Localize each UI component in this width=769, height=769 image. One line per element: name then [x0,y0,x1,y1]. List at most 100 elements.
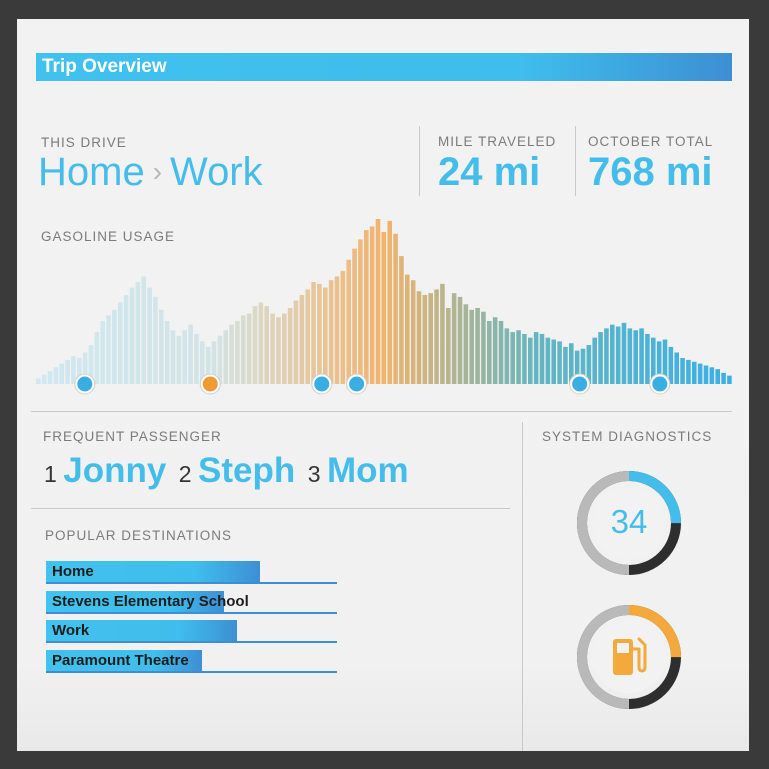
frequent-passenger-label: FREQUENT PASSENGER [43,429,222,444]
october-total-label: OCTOBER TOTAL [588,134,714,149]
passenger-rank: 3 [307,461,321,487]
usage-bar [305,289,310,384]
usage-bar [65,359,70,384]
passenger-list: 1 Jonny 2 Steph 3 Mom [44,451,417,491]
usage-bar [533,332,539,384]
usage-bar [270,313,275,384]
usage-bar [563,346,568,384]
usage-bar [141,276,146,384]
usage-bar [680,358,685,384]
passenger-rank: 1 [44,461,57,487]
usage-bar [276,317,281,384]
usage-bar [487,320,492,384]
usage-bar [241,315,246,384]
route-separator: › [152,156,163,187]
usage-bar [340,270,346,384]
usage-bar [123,295,129,384]
usage-bar [510,332,515,384]
october-total-value: 768 mi [588,150,713,194]
usage-bar [328,280,334,384]
usage-bar [375,219,381,384]
usage-bar [639,328,644,384]
usage-bar [369,226,375,384]
usage-bar [668,346,674,384]
usage-bar [475,307,480,384]
usage-bar [334,276,340,384]
usage-bar [264,306,269,384]
trip-marker-dot [652,376,668,392]
usage-bar [53,367,59,384]
divider [31,411,732,412]
usage-bar [229,324,234,384]
usage-bar [287,307,293,384]
usage-bar [364,230,369,384]
usage-bar [645,333,650,384]
passenger-name: Steph [198,451,296,490]
divider [522,422,523,751]
usage-bar [451,293,457,384]
destination-track [46,582,337,584]
gasoline-usage-chart [36,219,732,395]
usage-bar [498,320,504,384]
usage-bar [399,256,404,384]
usage-bar [323,287,328,384]
usage-bar [393,233,398,384]
usage-bar [539,333,545,384]
usage-bar [627,328,633,384]
usage-bar [164,320,170,384]
usage-bar [469,309,474,384]
destination-name: Home [52,563,94,580]
usage-bar [188,324,193,384]
destination-bar: Stevens Elementary School [46,591,337,614]
usage-bar [545,337,551,384]
usage-bar [252,306,258,384]
passenger-name: Jonny [63,451,167,490]
trip-overview-card: Trip Overview THIS DRIVE Home › Work MILE … [17,19,749,751]
divider [575,126,576,196]
usage-bar [317,283,322,384]
usage-bar [434,289,439,384]
usage-bar [674,352,679,384]
header-title: Trip Overview [36,53,732,81]
destination-name: Paramount Theatre [52,652,189,669]
usage-bar [709,367,715,384]
route-to: Work [170,150,263,194]
usage-bar [557,341,562,384]
usage-bar [223,330,228,384]
usage-bar [299,295,305,384]
usage-bar [446,307,451,384]
usage-bar [176,335,182,384]
usage-bar [703,365,709,384]
usage-bar [692,361,697,384]
usage-bar [170,330,176,384]
route-from: Home [38,150,145,194]
usage-bar [293,300,299,384]
destination-track [46,641,337,643]
usage-bar [41,374,47,384]
destination-track [46,671,337,673]
usage-bar [118,302,123,384]
usage-bar [727,375,732,384]
usage-bar [358,239,363,384]
usage-bar [440,283,445,384]
usage-bar [604,328,609,384]
mile-traveled-label: MILE TRAVELED [438,134,557,149]
usage-bar [311,282,316,384]
usage-bar [522,333,527,384]
usage-bar [457,296,463,384]
usage-bar [621,322,627,384]
usage-bar [592,337,597,384]
destination-name: Stevens Elementary School [52,593,249,610]
usage-bar [282,313,287,384]
divider [419,126,420,196]
destination-bar: Work [46,620,337,643]
usage-bar [217,335,223,384]
usage-bar [182,330,187,384]
usage-bar [721,372,726,384]
divider [31,508,510,509]
trip-marker-dot [202,376,218,392]
usage-bar [633,330,638,384]
usage-bar [481,311,486,384]
usage-bar [100,320,105,384]
usage-bar [59,363,64,384]
